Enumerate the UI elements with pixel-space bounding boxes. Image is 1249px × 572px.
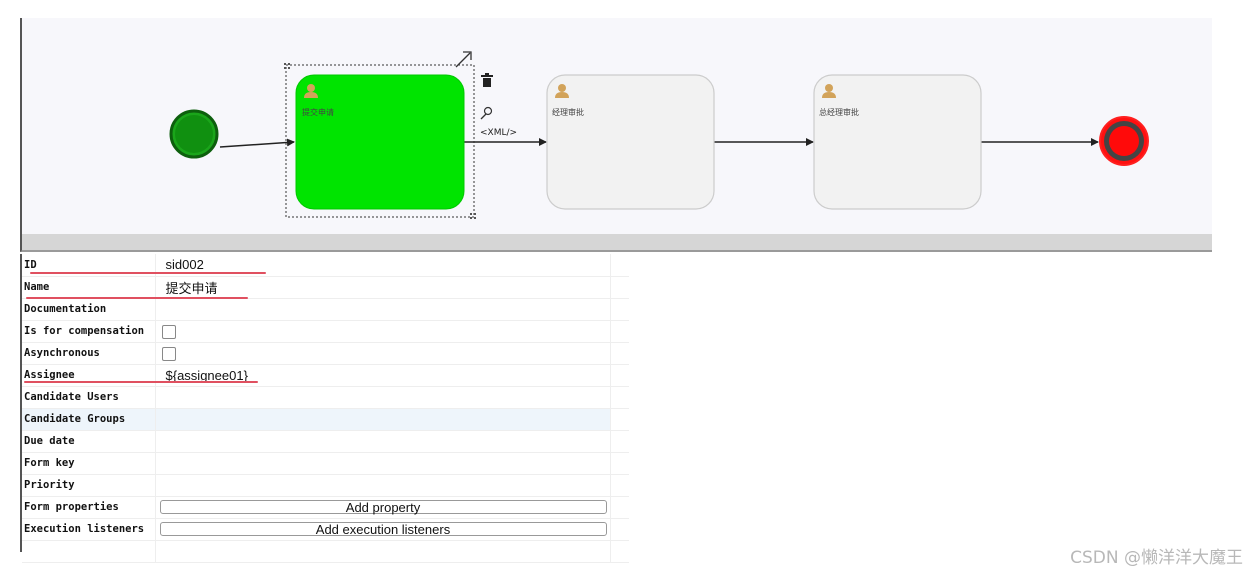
resize-handle-top-left[interactable] <box>284 63 290 69</box>
wrench-icon[interactable] <box>480 106 493 120</box>
add-execution-listeners-button[interactable]: Add execution listeners <box>159 522 607 536</box>
property-row-empty <box>22 540 629 563</box>
resize-handle-bottom-right[interactable] <box>470 213 476 219</box>
task-general-manager-approval[interactable] <box>813 74 982 210</box>
xml-label[interactable]: <XML/> <box>480 128 517 138</box>
property-key: Candidate Groups <box>22 408 156 431</box>
property-row-candidate-users[interactable]: Candidate Users <box>22 386 629 409</box>
property-key: Candidate Users <box>22 386 156 409</box>
property-row-compensation[interactable]: Is for compensation <box>22 320 629 343</box>
compensation-checkbox[interactable] <box>161 324 176 339</box>
property-row-due-date[interactable]: Due date <box>22 430 629 453</box>
property-key: Execution listeners <box>22 518 156 541</box>
property-value-due-date[interactable] <box>155 430 610 453</box>
property-value-candidate-groups[interactable] <box>155 408 610 431</box>
property-row-form-key[interactable]: Form key <box>22 452 629 475</box>
watermark: CSDN @懒洋洋大魔王 <box>1070 548 1243 568</box>
property-value-form-key[interactable] <box>155 452 610 475</box>
property-value-priority[interactable] <box>155 474 610 497</box>
property-key: Documentation <box>22 298 156 321</box>
task-manager-approval[interactable] <box>546 74 715 210</box>
sequence-flow-1[interactable] <box>219 138 295 148</box>
property-row-asynchronous[interactable]: Asynchronous <box>22 342 629 365</box>
annotation-underline-name <box>26 297 248 299</box>
property-value-name[interactable]: 提交申请 <box>155 276 610 299</box>
property-row-form-properties: Form properties Add property <box>22 496 629 519</box>
property-key: Form properties <box>22 496 156 519</box>
task-label: 经理审批 <box>552 107 584 117</box>
start-event-inner <box>175 115 213 153</box>
annotation-underline-id <box>30 272 266 274</box>
property-key: Is for compensation <box>22 320 156 343</box>
property-key: Priority <box>22 474 156 497</box>
properties-table: ID sid002 Name 提交申请 Documentation Is for… <box>22 254 629 563</box>
panel-splitter[interactable] <box>20 234 1212 252</box>
property-key: Asynchronous <box>22 342 156 365</box>
trash-icon[interactable] <box>481 73 493 87</box>
property-row-execution-listeners: Execution listeners Add execution listen… <box>22 518 629 541</box>
task-label: 总经理审批 <box>819 107 859 117</box>
asynchronous-checkbox[interactable] <box>161 346 176 361</box>
process-diagram: 提交申请 <XML/> 经理审批 总经理审批 <box>169 51 1149 219</box>
property-key: Form key <box>22 452 156 475</box>
bpmn-canvas[interactable]: 提交申请 <XML/> 经理审批 总经理审批 <box>20 18 1212 234</box>
end-event-inner <box>1109 126 1139 156</box>
task-submit-application[interactable] <box>295 74 465 210</box>
add-property-button[interactable]: Add property <box>159 500 607 514</box>
property-row-name[interactable]: Name 提交申请 <box>22 276 629 299</box>
property-row-candidate-groups[interactable]: Candidate Groups <box>22 408 629 431</box>
task-label: 提交申请 <box>302 107 334 117</box>
property-row-priority[interactable]: Priority <box>22 474 629 497</box>
property-key: Name <box>22 276 156 299</box>
property-row-documentation[interactable]: Documentation <box>22 298 629 321</box>
annotation-underline-assignee <box>24 381 258 383</box>
property-value-documentation[interactable] <box>155 298 610 321</box>
property-key: Due date <box>22 430 156 453</box>
property-value-candidate-users[interactable] <box>155 386 610 409</box>
